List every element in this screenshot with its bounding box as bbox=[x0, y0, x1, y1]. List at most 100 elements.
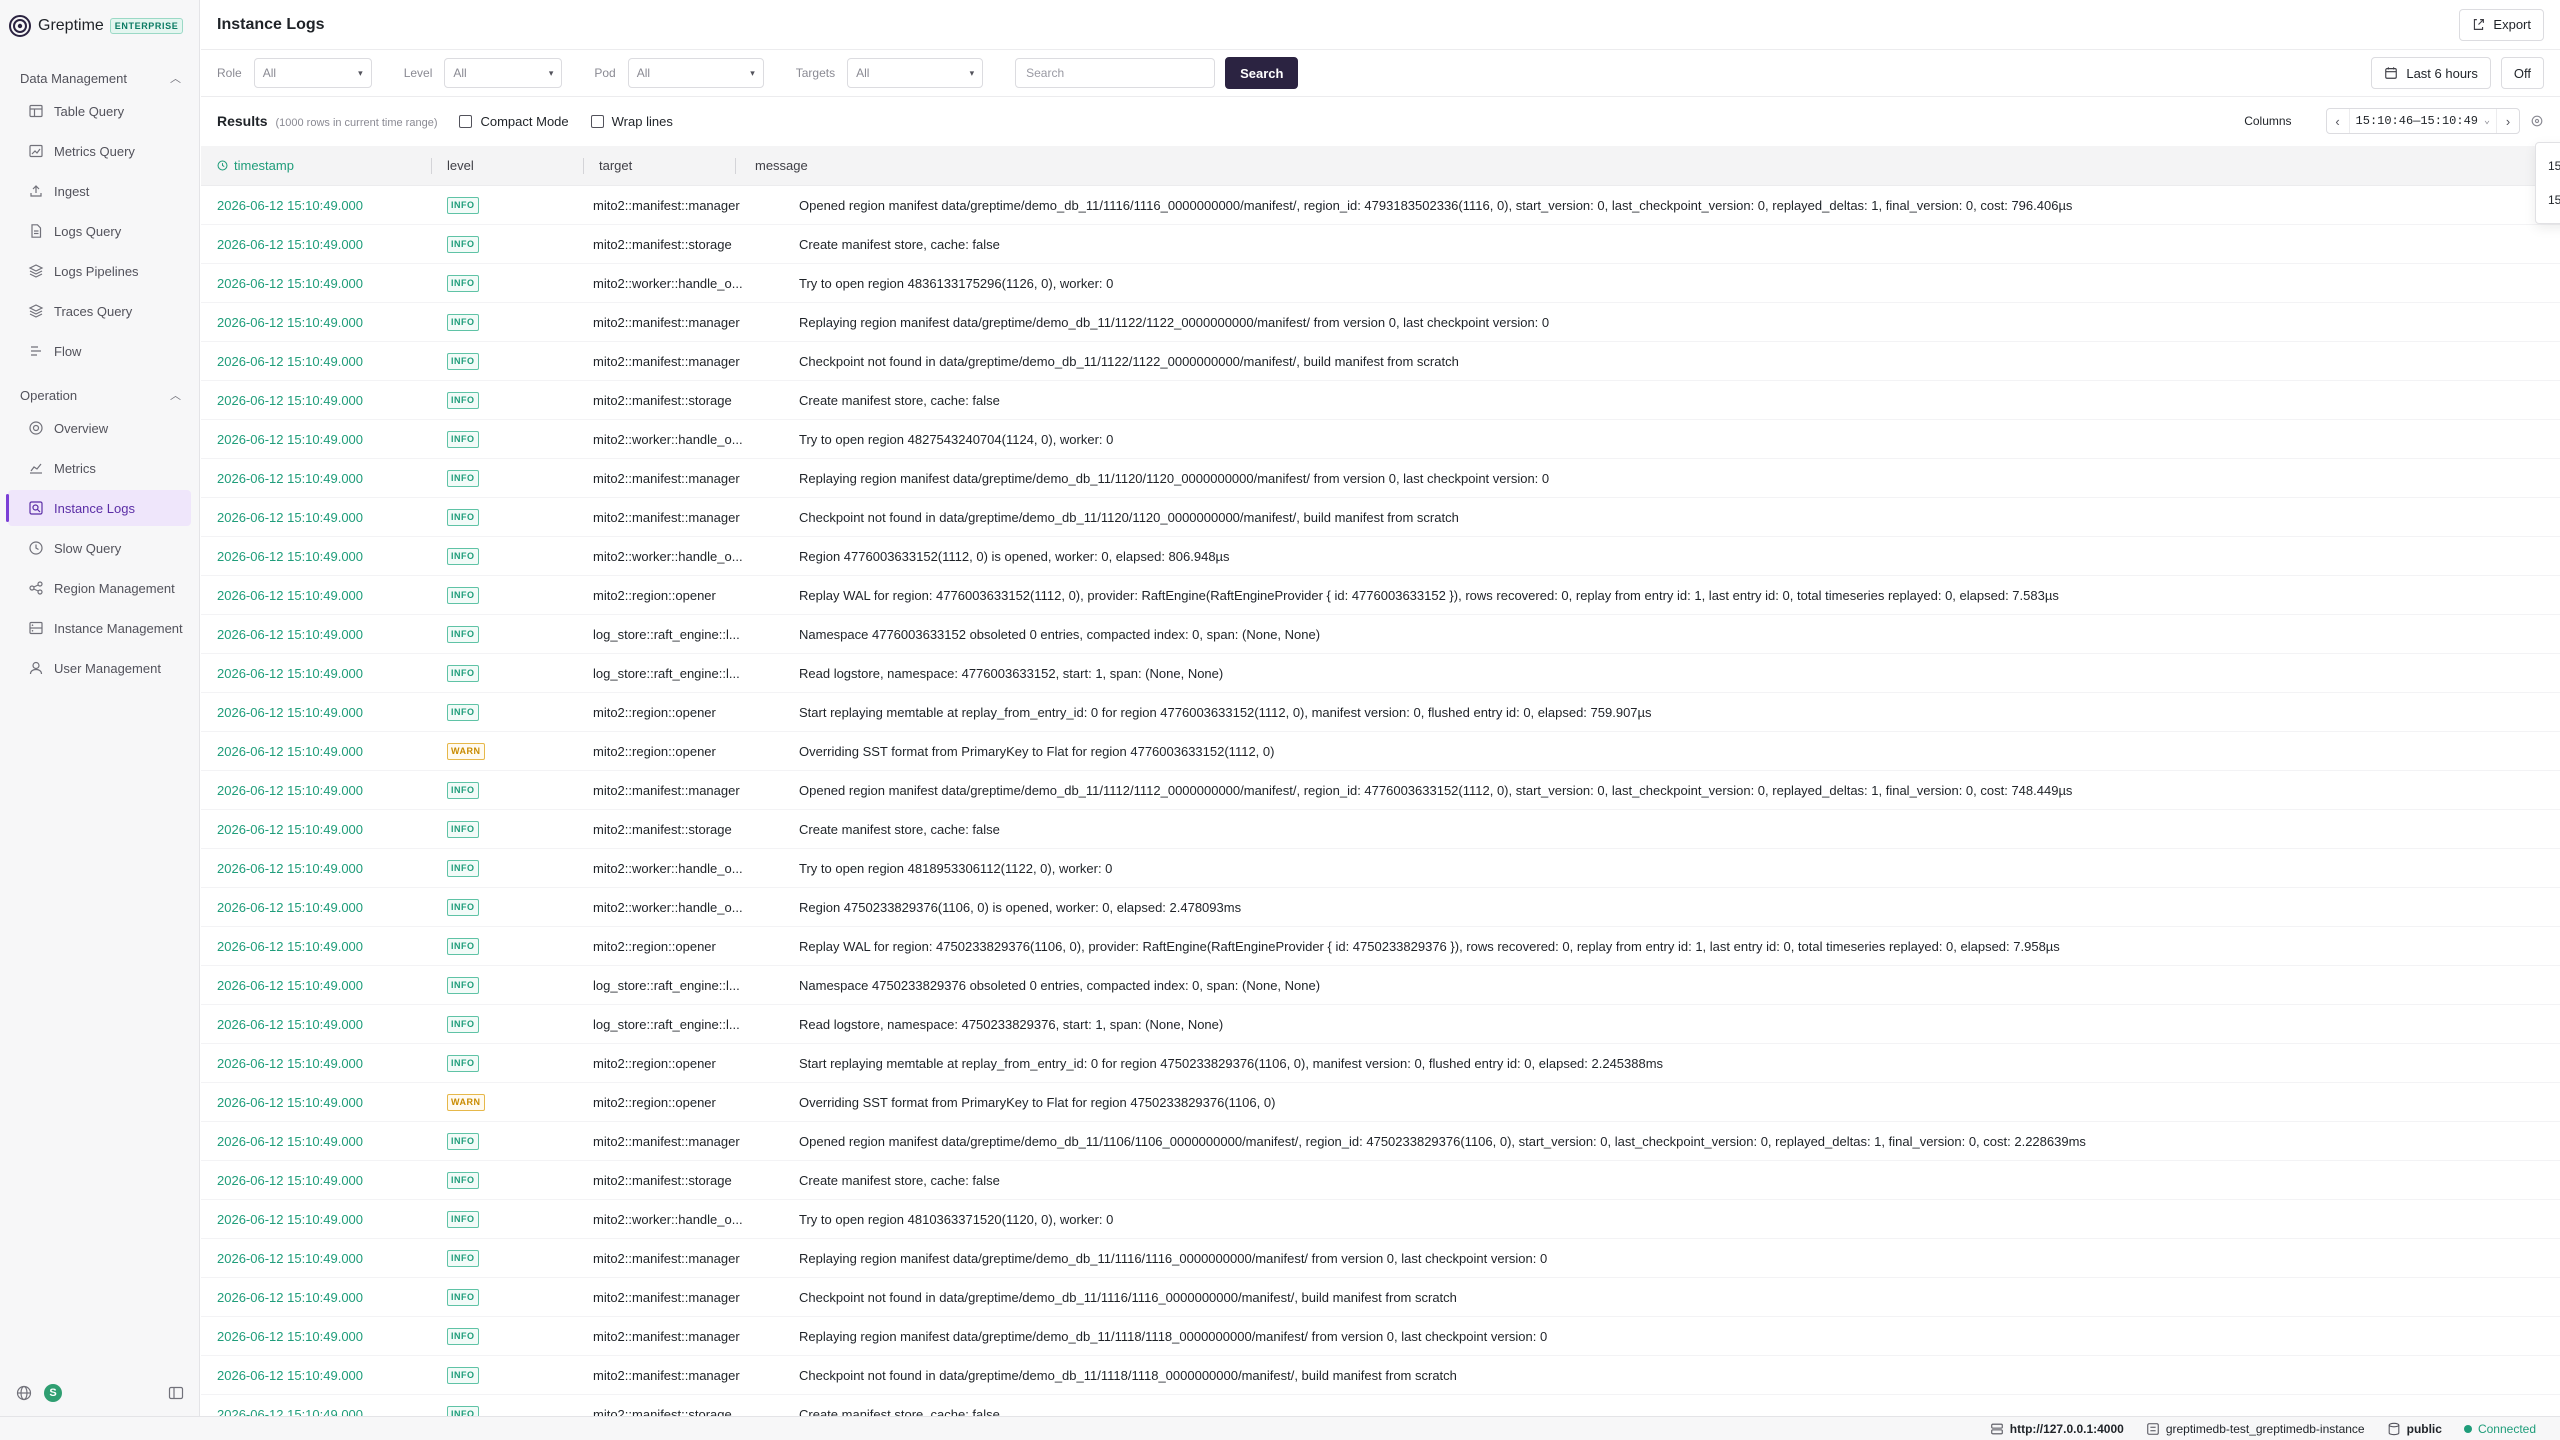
table-row[interactable]: 2026-06-12 15:10:49.000 INFO mito2::worker… bbox=[201, 420, 2560, 459]
range-option[interactable]: 15:10:50—15:41:20 bbox=[2536, 183, 2560, 217]
avatar[interactable]: S bbox=[44, 1384, 62, 1402]
sidebar-item-instance-logs[interactable]: Instance Logs bbox=[6, 490, 191, 526]
targets-select[interactable]: All ▾ bbox=[847, 58, 984, 88]
table-row[interactable]: 2026-06-12 15:10:49.000 INFO mito2::manife… bbox=[201, 1395, 2560, 1416]
sidebar-item-metrics[interactable]: Metrics bbox=[8, 450, 191, 486]
table-row[interactable]: 2026-06-12 15:10:49.000 INFO mito2::manife… bbox=[201, 1317, 2560, 1356]
table-row[interactable]: 2026-06-12 15:10:49.000 INFO mito2::worker… bbox=[201, 888, 2560, 927]
timestamp-cell[interactable]: 2026-06-12 15:10:49.000 bbox=[201, 705, 431, 720]
table-row[interactable]: 2026-06-12 15:10:49.000 INFO mito2::manife… bbox=[201, 498, 2560, 537]
timestamp-cell[interactable]: 2026-06-12 15:10:49.000 bbox=[201, 471, 431, 486]
timestamp-cell[interactable]: 2026-06-12 15:10:49.000 bbox=[201, 1368, 431, 1383]
table-row[interactable]: 2026-06-12 15:10:49.000 INFO mito2::region… bbox=[201, 576, 2560, 615]
level-select[interactable]: All ▾ bbox=[444, 58, 563, 88]
timestamp-cell[interactable]: 2026-06-12 15:10:49.000 bbox=[201, 1212, 431, 1227]
timestamp-cell[interactable]: 2026-06-12 15:10:49.000 bbox=[201, 978, 431, 993]
chevron-left-icon[interactable]: ‹ bbox=[2327, 114, 2349, 129]
table-row[interactable]: 2026-06-12 15:10:49.000 INFO mito2::manife… bbox=[201, 771, 2560, 810]
column-header-message[interactable]: message bbox=[735, 146, 2560, 186]
table-row[interactable]: 2026-06-12 15:10:49.000 INFO mito2::worker… bbox=[201, 264, 2560, 303]
table-row[interactable]: 2026-06-12 15:10:49.000 INFO mito2::manife… bbox=[201, 1278, 2560, 1317]
table-row[interactable]: 2026-06-12 15:10:49.000 INFO mito2::region… bbox=[201, 927, 2560, 966]
table-row[interactable]: 2026-06-12 15:10:49.000 INFO mito2::region… bbox=[201, 1044, 2560, 1083]
export-button[interactable]: Export bbox=[2459, 8, 2544, 41]
role-select[interactable]: All ▾ bbox=[253, 58, 372, 88]
sidebar-item-logs-pipelines[interactable]: Logs Pipelines bbox=[8, 253, 191, 289]
pod-select[interactable]: All ▾ bbox=[627, 58, 764, 88]
table-row[interactable]: 2026-06-12 15:10:49.000 INFO log_store::ra… bbox=[201, 615, 2560, 654]
timestamp-cell[interactable]: 2026-06-12 15:10:49.000 bbox=[201, 666, 431, 681]
timestamp-cell[interactable]: 2026-06-12 15:10:49.000 bbox=[201, 354, 431, 369]
table-row[interactable]: 2026-06-12 15:10:49.000 INFO mito2::manife… bbox=[201, 459, 2560, 498]
timestamp-cell[interactable]: 2026-06-12 15:10:49.000 bbox=[201, 276, 431, 291]
sidebar-item-logs-query[interactable]: Logs Query bbox=[8, 213, 191, 249]
table-row[interactable]: 2026-06-12 15:10:49.000 INFO mito2::manife… bbox=[201, 1161, 2560, 1200]
table-row[interactable]: 2026-06-12 15:10:49.000 INFO log_store::ra… bbox=[201, 966, 2560, 1005]
table-row[interactable]: 2026-06-12 15:10:49.000 INFO mito2::manife… bbox=[201, 381, 2560, 420]
table-row[interactable]: 2026-06-12 15:10:49.000 INFO mito2::manife… bbox=[201, 1239, 2560, 1278]
timestamp-cell[interactable]: 2026-06-12 15:10:49.000 bbox=[201, 1056, 431, 1071]
timestamp-cell[interactable]: 2026-06-12 15:10:49.000 bbox=[201, 744, 431, 759]
table-row[interactable]: 2026-06-12 15:10:49.000 INFO mito2::worker… bbox=[201, 1200, 2560, 1239]
timestamp-cell[interactable]: 2026-06-12 15:10:49.000 bbox=[201, 315, 431, 330]
table-row[interactable]: 2026-06-12 15:10:49.000 INFO mito2::region… bbox=[201, 693, 2560, 732]
timestamp-cell[interactable]: 2026-06-12 15:10:49.000 bbox=[201, 237, 431, 252]
table-row[interactable]: 2026-06-12 15:10:49.000 INFO mito2::manife… bbox=[201, 810, 2560, 849]
sidebar-item-traces-query[interactable]: Traces Query bbox=[8, 293, 191, 329]
timestamp-cell[interactable]: 2026-06-12 15:10:49.000 bbox=[201, 1329, 431, 1344]
sidebar-item-overview[interactable]: Overview bbox=[8, 410, 191, 446]
table-row[interactable]: 2026-06-12 15:10:49.000 INFO mito2::manife… bbox=[201, 342, 2560, 381]
timestamp-cell[interactable]: 2026-06-12 15:10:49.000 bbox=[201, 1173, 431, 1188]
timestamp-cell[interactable]: 2026-06-12 15:10:49.000 bbox=[201, 588, 431, 603]
timestamp-cell[interactable]: 2026-06-12 15:10:49.000 bbox=[201, 822, 431, 837]
table-row[interactable]: 2026-06-12 15:10:49.000 INFO mito2::manife… bbox=[201, 1122, 2560, 1161]
table-row[interactable]: 2026-06-12 15:10:49.000 INFO log_store::ra… bbox=[201, 1005, 2560, 1044]
timestamp-cell[interactable]: 2026-06-12 15:10:49.000 bbox=[201, 1017, 431, 1032]
settings-icon[interactable] bbox=[2530, 114, 2544, 128]
timestamp-cell[interactable]: 2026-06-12 15:10:49.000 bbox=[201, 1095, 431, 1110]
table-row[interactable]: 2026-06-12 15:10:49.000 WARN mito2::region… bbox=[201, 1083, 2560, 1122]
table-row[interactable]: 2026-06-12 15:10:49.000 INFO mito2::manife… bbox=[201, 186, 2560, 225]
timestamp-cell[interactable]: 2026-06-12 15:10:49.000 bbox=[201, 1134, 431, 1149]
timestamp-cell[interactable]: 2026-06-12 15:10:49.000 bbox=[201, 783, 431, 798]
timestamp-cell[interactable]: 2026-06-12 15:10:49.000 bbox=[201, 510, 431, 525]
sidebar-item-flow[interactable]: Flow bbox=[8, 333, 191, 369]
wrap-lines-toggle[interactable]: Wrap lines bbox=[590, 114, 673, 129]
sidebar-item-slow-query[interactable]: Slow Query bbox=[8, 530, 191, 566]
timestamp-cell[interactable]: 2026-06-12 15:10:49.000 bbox=[201, 432, 431, 447]
table-row[interactable]: 2026-06-12 15:10:49.000 INFO mito2::worker… bbox=[201, 537, 2560, 576]
sidebar-item-table-query[interactable]: Table Query bbox=[8, 93, 191, 129]
sidebar-item-user-management[interactable]: User Management bbox=[8, 650, 191, 686]
range-option[interactable]: 15:10:46—15:10:49 bbox=[2536, 149, 2560, 183]
timestamp-cell[interactable]: 2026-06-12 15:10:49.000 bbox=[201, 939, 431, 954]
sidebar-item-region-management[interactable]: Region Management bbox=[8, 570, 191, 606]
brand[interactable]: Greptime ENTERPRISE bbox=[0, 0, 199, 52]
timestamp-cell[interactable]: 2026-06-12 15:10:49.000 bbox=[201, 900, 431, 915]
compact-mode-toggle[interactable]: Compact Mode bbox=[459, 114, 569, 129]
timestamp-cell[interactable]: 2026-06-12 15:10:49.000 bbox=[201, 627, 431, 642]
section-data-management[interactable]: Data Management ︿ bbox=[0, 67, 199, 89]
table-row[interactable]: 2026-06-12 15:10:49.000 WARN mito2::region… bbox=[201, 732, 2560, 771]
timestamp-cell[interactable]: 2026-06-12 15:10:49.000 bbox=[201, 198, 431, 213]
timestamp-cell[interactable]: 2026-06-12 15:10:49.000 bbox=[201, 861, 431, 876]
wrap-lines-checkbox[interactable] bbox=[590, 114, 604, 128]
table-row[interactable]: 2026-06-12 15:10:49.000 INFO mito2::manife… bbox=[201, 225, 2560, 264]
sidebar-item-ingest[interactable]: Ingest bbox=[8, 173, 191, 209]
range-select[interactable]: 15:10:46—15:10:49 ⌄ bbox=[2348, 109, 2497, 133]
timestamp-cell[interactable]: 2026-06-12 15:10:49.000 bbox=[201, 549, 431, 564]
table-row[interactable]: 2026-06-12 15:10:49.000 INFO mito2::manife… bbox=[201, 1356, 2560, 1395]
column-header-target[interactable]: target bbox=[583, 146, 735, 186]
timestamp-cell[interactable]: 2026-06-12 15:10:49.000 bbox=[201, 1290, 431, 1305]
search-input[interactable] bbox=[1015, 58, 1216, 88]
schema-name[interactable]: public bbox=[2387, 1422, 2442, 1436]
column-header-level[interactable]: level bbox=[431, 146, 583, 186]
compact-mode-checkbox[interactable] bbox=[459, 114, 473, 128]
time-range-button[interactable]: Last 6 hours bbox=[2371, 57, 2491, 89]
table-row[interactable]: 2026-06-12 15:10:49.000 INFO log_store::ra… bbox=[201, 654, 2560, 693]
table-row[interactable]: 2026-06-12 15:10:49.000 INFO mito2::worker… bbox=[201, 849, 2560, 888]
section-operation[interactable]: Operation ︿ bbox=[0, 384, 199, 406]
column-header-timestamp[interactable]: timestamp bbox=[201, 146, 431, 186]
auto-refresh-button[interactable]: Off bbox=[2500, 57, 2544, 89]
sidebar-item-instance-management[interactable]: Instance Management bbox=[8, 610, 191, 646]
sidebar-item-metrics-query[interactable]: Metrics Query bbox=[8, 133, 191, 169]
